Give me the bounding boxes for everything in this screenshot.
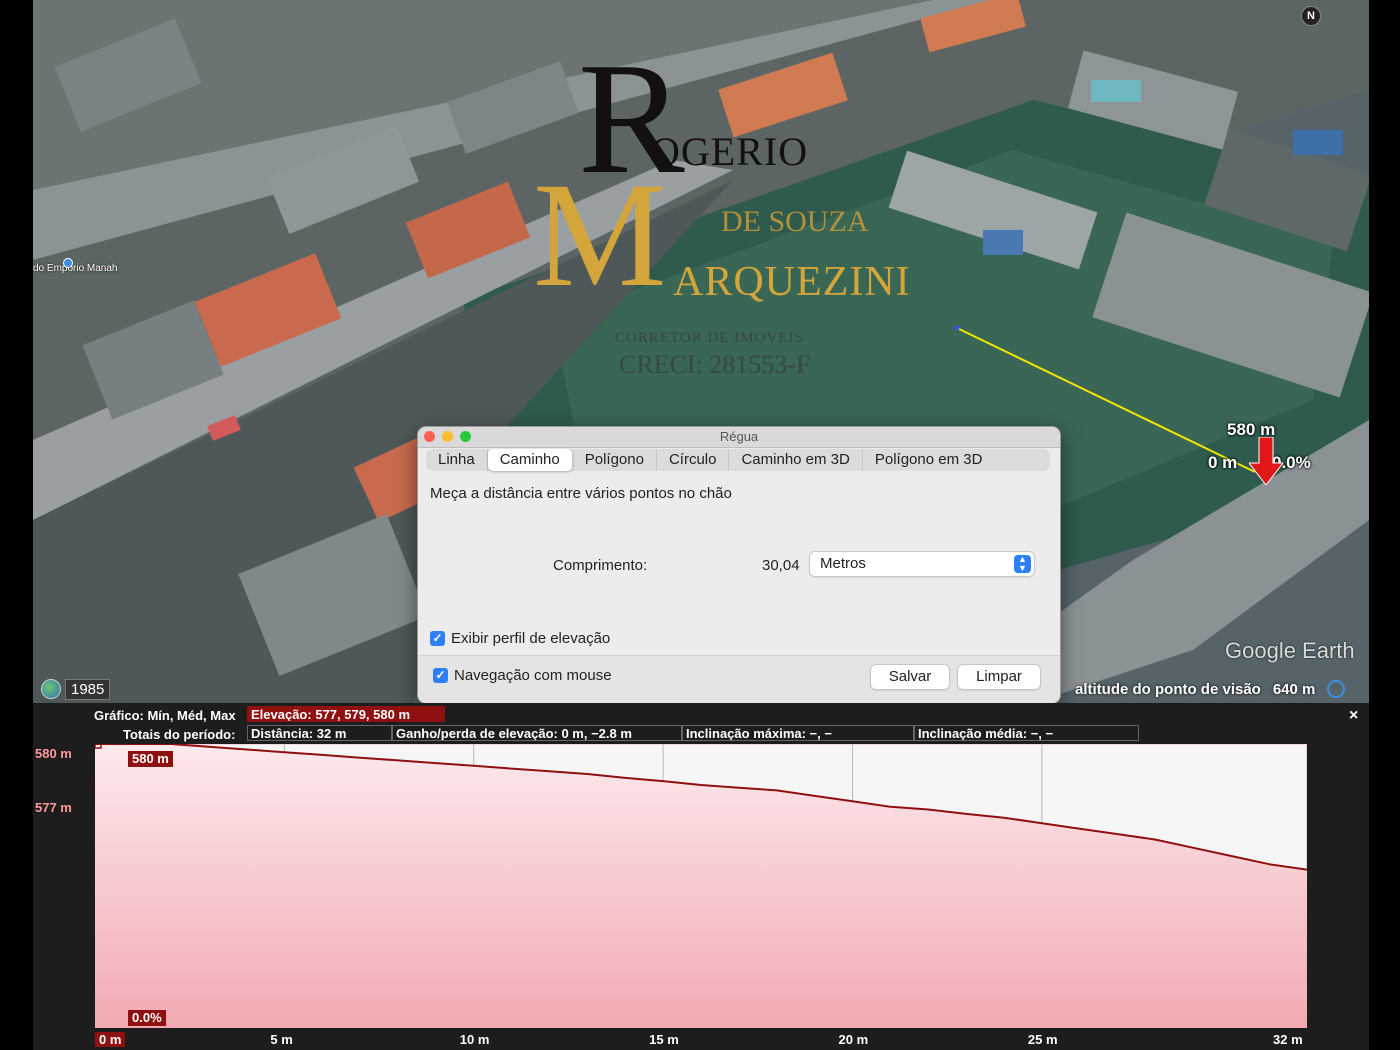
tab-circulo[interactable]: Círculo <box>657 449 730 471</box>
y-tick-577: 577 m <box>35 800 72 815</box>
tab-caminho-3d[interactable]: Caminho em 3D <box>729 449 863 471</box>
map-view[interactable]: do Emporio Manah R OGERIO M DE SOUZA ARQ… <box>33 0 1369 703</box>
historical-year: 1985 <box>65 678 111 700</box>
watermark-role: CORRETOR DE IMOVEIS <box>615 330 804 346</box>
watermark-middle-name: DE SOUZA <box>721 205 869 238</box>
tab-linha[interactable]: Linha <box>426 449 488 471</box>
mouse-navigation-checkbox[interactable]: ✓ Navegação com mouse <box>433 667 612 684</box>
x-tick-label: 0 m <box>95 1032 126 1047</box>
mouse-navigation-label: Navegação com mouse <box>454 667 612 684</box>
tab-poligono[interactable]: Polígono <box>573 449 657 471</box>
watermark-first-name: OGERIO <box>651 129 809 174</box>
max-slope: Inclinação máxima: −, − <box>682 725 914 741</box>
show-elevation-profile-checkbox[interactable]: ✓ Exibir perfil de elevação <box>430 630 610 647</box>
avg-slope: Inclinação média: −, − <box>914 725 1139 741</box>
eye-altitude-value: 640 m <box>1272 680 1316 698</box>
app-window: do Emporio Manah R OGERIO M DE SOUZA ARQ… <box>33 0 1369 1050</box>
place-pin-icon[interactable] <box>63 258 73 268</box>
compass-north-icon[interactable]: N <box>1301 6 1321 26</box>
watermark-initial-m: M <box>533 152 667 318</box>
length-value: 30,04 <box>762 557 800 574</box>
watermark-last-name: ARQUEZINI <box>673 259 911 305</box>
historical-imagery[interactable]: 1985 <box>41 678 111 700</box>
google-earth-logo: Google Earth <box>1225 638 1355 663</box>
clear-button[interactable]: Limpar <box>958 665 1040 689</box>
x-tick-label: 15 m <box>649 1032 679 1047</box>
tab-caminho[interactable]: Caminho <box>487 449 573 471</box>
distance-total: Distância: 32 m <box>247 725 392 741</box>
marker-elevation-tag: 580 m <box>128 751 173 767</box>
elevation-chart[interactable] <box>95 744 1307 1028</box>
checkmark-icon: ✓ <box>433 668 448 683</box>
y-tick-580: 580 m <box>35 746 72 761</box>
elevation-gain-loss: Ganho/perda de elevação: 0 m, −2.8 m <box>392 725 682 741</box>
x-tick-label: 20 m <box>838 1032 869 1047</box>
totals-label: Totais do período: <box>123 727 236 742</box>
position-arrow-icon <box>1249 437 1283 485</box>
elevation-summary: Elevação: 577, 579, 580 m <box>247 706 445 722</box>
ruler-tabs: Linha Caminho Polígono Círculo Caminho e… <box>426 449 1050 471</box>
dialog-title: Régua <box>719 429 759 444</box>
x-tick-label: 25 m <box>1027 1032 1058 1047</box>
length-label: Comprimento: <box>553 557 648 574</box>
close-window-button[interactable] <box>424 431 435 442</box>
save-button[interactable]: Salvar <box>871 665 949 689</box>
path-distance-label: 0 m <box>1208 453 1238 472</box>
eye-altitude: altitude do ponto de visão 640 m <box>1075 680 1346 698</box>
zoom-window-button[interactable] <box>460 431 471 442</box>
poi-label[interactable]: do Emporio Manah <box>33 263 118 274</box>
poi-text: do Emporio Manah <box>33 263 118 274</box>
show-elevation-profile-label: Exibir perfil de elevação <box>451 630 611 647</box>
globe-clock-icon[interactable] <box>41 679 61 699</box>
tab-description: Meça a distância entre vários pontos no … <box>430 485 732 502</box>
watermark-creci: CRECI: 281553-F <box>619 350 811 379</box>
tab-poligono-3d[interactable]: Polígono em 3D <box>863 449 995 471</box>
graph-label: Gráfico: Mín, Méd, Max <box>94 708 236 723</box>
chevron-updown-icon: ▲ ▼ <box>1014 555 1031 573</box>
ruler-dialog: Régua Linha Caminho Polígono Círculo Cam… <box>417 426 1061 703</box>
elevation-profile-panel: Gráfico: Mín, Méd, Max Elevação: 577, 57… <box>33 703 1369 1050</box>
x-tick-label: 5 m <box>270 1032 293 1047</box>
checkmark-icon: ✓ <box>430 631 445 646</box>
loading-ring-icon <box>1327 680 1346 698</box>
marker-slope-tag: 0.0% <box>128 1010 166 1026</box>
unit-select[interactable]: Metros ▲ ▼ <box>810 552 1034 576</box>
dialog-titlebar[interactable]: Régua <box>418 427 1060 448</box>
minimize-window-button[interactable] <box>442 431 453 442</box>
x-tick-label: 10 m <box>459 1032 490 1047</box>
x-tick-label: 32 m <box>1273 1032 1303 1047</box>
eye-altitude-label: altitude do ponto de visão <box>1075 680 1261 698</box>
unit-selected-value: Metros <box>820 555 866 572</box>
close-profile-button[interactable]: × <box>1349 707 1358 725</box>
